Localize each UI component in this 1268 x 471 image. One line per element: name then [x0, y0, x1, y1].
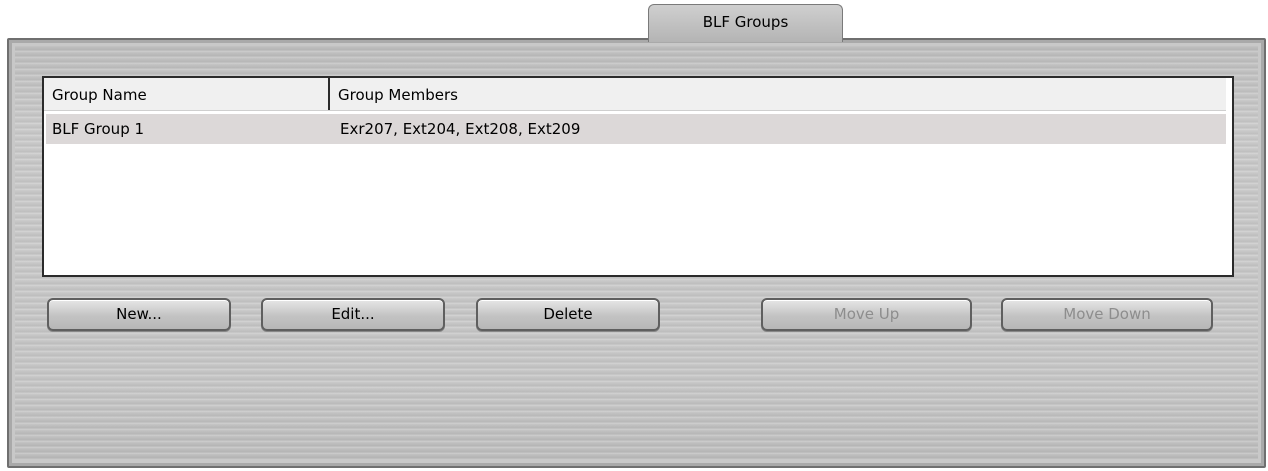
blf-groups-list[interactable]: Group Name Group Members BLF Group 1 Exr…: [42, 76, 1234, 277]
group-name-cell: BLF Group 1: [52, 120, 145, 138]
list-header: Group Name Group Members: [44, 78, 1226, 111]
delete-button[interactable]: Delete: [476, 298, 660, 331]
group-members-cell: Exr207, Ext204, Ext208, Ext209: [340, 120, 581, 138]
move-up-button[interactable]: Move Up: [761, 298, 972, 331]
move-down-button[interactable]: Move Down: [1001, 298, 1213, 331]
edit-button[interactable]: Edit...: [261, 298, 445, 331]
column-header-group-name[interactable]: Group Name: [44, 78, 330, 110]
tab-blf-groups[interactable]: BLF Groups: [648, 4, 843, 42]
new-button[interactable]: New...: [47, 298, 231, 331]
column-header-group-members[interactable]: Group Members: [330, 78, 1226, 110]
table-row[interactable]: BLF Group 1 Exr207, Ext204, Ext208, Ext2…: [46, 114, 1226, 144]
